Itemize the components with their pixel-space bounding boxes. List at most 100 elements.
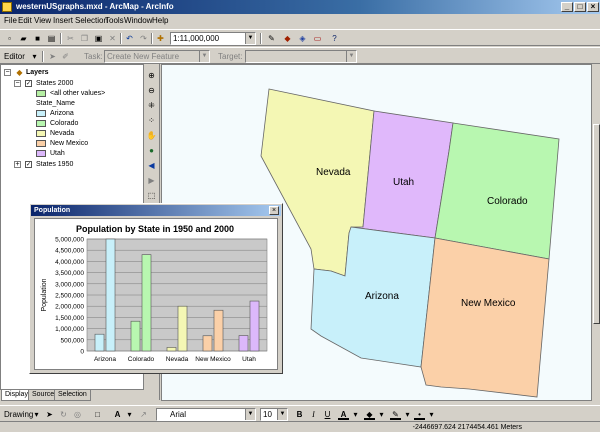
menu-file[interactable]: File [4, 16, 17, 26]
editor-dropdown-icon[interactable]: ▾ [29, 51, 40, 62]
paste-icon[interactable]: ▣ [93, 33, 104, 44]
fill-color-icon[interactable]: ◆ [364, 409, 375, 420]
legend-label-arizona: Arizona [50, 110, 74, 117]
chart-bar [130, 320, 141, 352]
standard-toolbar: ▫ ▰ ■ ▤ ✂ ❐ ▣ ✕ ↶ ↷ ✚ 1:11,000,000 ▼ ✎ ◆… [0, 29, 600, 46]
menu-view[interactable]: View [34, 16, 51, 26]
zoom-out-icon[interactable]: ⊖ [146, 85, 157, 96]
underline-icon[interactable]: U [322, 409, 333, 420]
y-axis-label: Population [41, 278, 48, 311]
scrollbar-thumb[interactable] [593, 124, 600, 324]
arctoolbox-icon[interactable]: ◆ [282, 33, 293, 44]
zoom-whole-page-icon[interactable]: ◎ [72, 409, 83, 420]
text-dropdown-icon[interactable]: ▾ [124, 409, 135, 420]
full-extent-icon[interactable]: ● [146, 145, 157, 156]
states2000-checkbox[interactable]: ✓ [25, 80, 32, 87]
menu-insert[interactable]: Insert [53, 16, 73, 26]
population-graph-window: Population × Population by State in 1950… [29, 203, 283, 374]
menu-tools[interactable]: Tools [105, 16, 124, 26]
task-dropdown[interactable]: Create New Feature ▼ [104, 50, 210, 63]
menu-window[interactable]: Window [124, 16, 152, 26]
edit-tool-icon[interactable]: ➤ [47, 51, 58, 62]
undo-icon[interactable]: ↶ [124, 33, 135, 44]
menu-help[interactable]: Help [152, 16, 168, 26]
tab-selection[interactable]: Selection [54, 390, 91, 401]
maximize-button[interactable]: □ [574, 2, 586, 12]
chart-bar [166, 347, 177, 352]
menu-selection[interactable]: Selection [75, 16, 108, 26]
copy-icon[interactable]: ❐ [79, 33, 90, 44]
popup-close-button[interactable]: × [269, 206, 279, 215]
state-colorado[interactable] [434, 122, 560, 260]
map-label-nevada: Nevada [316, 167, 351, 178]
expand-states1950-icon[interactable]: + [14, 161, 21, 168]
italic-icon[interactable]: I [308, 409, 319, 420]
target-dropdown[interactable]: ▼ [245, 50, 357, 63]
map-label-utah: Utah [393, 177, 414, 188]
arccatalog-icon[interactable]: ◈ [297, 33, 308, 44]
select-elements-icon[interactable]: ➤ [44, 409, 55, 420]
whats-this-icon[interactable]: ? [329, 33, 340, 44]
layer-states-1950[interactable]: States 1950 [36, 160, 73, 169]
menu-edit[interactable]: Edit [18, 16, 32, 26]
map-vertical-scrollbar[interactable] [591, 64, 600, 401]
editor-menu[interactable]: Editor [4, 52, 25, 61]
editor-toolbar-icon[interactable]: ✎ [266, 33, 277, 44]
collapse-states2000-icon[interactable]: − [14, 80, 21, 87]
select-features-icon[interactable]: ⬚ [146, 190, 157, 201]
open-folder-icon[interactable]: ▰ [18, 33, 29, 44]
font-family-dropdown[interactable]: Arial ▼ [156, 408, 256, 421]
y-tick-label: 3,000,000 [55, 281, 84, 288]
minimize-button[interactable]: _ [561, 2, 573, 12]
marker-color-dropdown-icon[interactable]: ▾ [426, 409, 437, 420]
toc-root-layers[interactable]: Layers [26, 68, 49, 77]
print-icon[interactable]: ▤ [46, 33, 57, 44]
font-size-dropdown[interactable]: 10 ▼ [260, 408, 288, 421]
drawing-menu[interactable]: Drawing [4, 410, 33, 419]
collapse-layers-icon[interactable]: − [4, 69, 11, 76]
pan-icon[interactable]: ✋ [146, 130, 157, 141]
rotate-icon[interactable]: ↻ [58, 409, 69, 420]
save-icon[interactable]: ■ [32, 33, 43, 44]
line-color-dropdown-icon[interactable]: ▾ [402, 409, 413, 420]
drawing-dropdown-icon[interactable]: ▾ [31, 409, 42, 420]
forward-extent-icon[interactable]: ▶ [146, 175, 157, 186]
edit-vertices-icon[interactable]: ↗ [138, 409, 149, 420]
y-tick-label: 4,000,000 [55, 259, 84, 266]
font-color-icon[interactable]: A [338, 409, 349, 420]
layer-states-2000[interactable]: States 2000 [36, 79, 73, 88]
zoom-in-icon[interactable]: ⊕ [146, 70, 157, 81]
marker-color-icon[interactable]: • [414, 409, 425, 420]
text-tool-icon[interactable]: A [112, 409, 123, 420]
font-color-dropdown-icon[interactable]: ▾ [350, 409, 361, 420]
fill-color-dropdown-icon[interactable]: ▾ [376, 409, 387, 420]
map-scale-value: 1:11,000,000 [173, 34, 220, 43]
add-data-icon[interactable]: ✚ [155, 33, 166, 44]
states1950-checkbox[interactable]: ✓ [25, 161, 32, 168]
map-label-arizona: Arizona [365, 291, 399, 302]
new-document-icon[interactable]: ▫ [4, 33, 15, 44]
x-tick-label: Arizona [94, 356, 116, 363]
fixed-zoom-out-icon[interactable]: ⁘ [146, 115, 157, 126]
close-button[interactable]: × [587, 2, 599, 12]
line-color-icon[interactable]: ✎ [390, 409, 401, 420]
back-extent-icon[interactable]: ◀ [146, 160, 157, 171]
cut-icon[interactable]: ✂ [65, 33, 76, 44]
chart-bar [213, 309, 224, 352]
fixed-zoom-in-icon[interactable]: ⁜ [146, 100, 157, 111]
command-line-icon[interactable]: ▭ [312, 33, 323, 44]
legend-swatch-other [36, 90, 46, 97]
map-scale-dropdown[interactable]: 1:11,000,000 ▼ [170, 32, 256, 45]
rectangle-tool-icon[interactable]: □ [92, 409, 103, 420]
legend-swatch-utah [36, 150, 46, 157]
popup-title-bar[interactable]: Population × [31, 205, 281, 216]
state-new-mexico[interactable] [420, 237, 550, 398]
y-tick-label: 1,500,000 [55, 315, 84, 322]
redo-icon[interactable]: ↷ [138, 33, 149, 44]
legend-swatch-new-mexico [36, 140, 46, 147]
sketch-tool-icon[interactable]: ✐ [60, 51, 71, 62]
legend-field-name: State_Name [36, 100, 75, 107]
bold-icon[interactable]: B [294, 409, 305, 420]
delete-icon[interactable]: ✕ [107, 33, 118, 44]
editor-toolbar: Editor ▾ ➤ ✐ Task: Create New Feature ▼ … [0, 47, 600, 64]
